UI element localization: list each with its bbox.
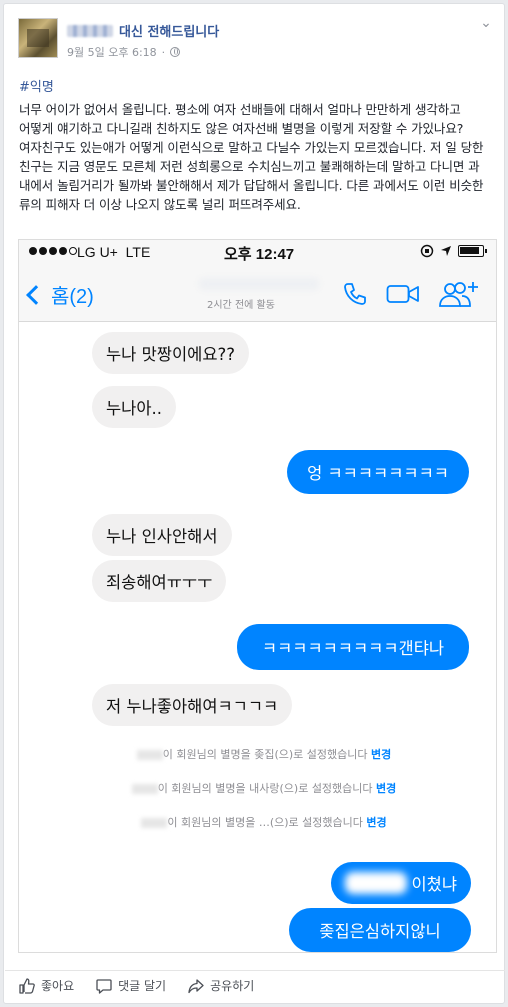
thumbs-up-icon bbox=[19, 977, 35, 994]
battery-icon bbox=[458, 245, 487, 257]
hashtag-link[interactable]: #익명 bbox=[19, 76, 54, 95]
change-link[interactable]: 변경 bbox=[366, 816, 386, 829]
post-actions-bar: 좋아요 댓글 달기 공유하기 bbox=[5, 970, 505, 1000]
message-incoming[interactable]: 죄송해여ㅠㅜㅜ bbox=[92, 560, 227, 602]
add-people-icon[interactable] bbox=[438, 280, 480, 308]
messenger-header: 홈(2) 2시간 전에 활동 bbox=[19, 266, 496, 322]
phone-call-icon[interactable] bbox=[342, 281, 368, 307]
message-incoming[interactable]: 저 누나좋아해여ㅋㄱㄱㅋ bbox=[92, 684, 293, 726]
nickname-notice: 이 회원님의 별명을 좆집(으)로 설정했습니다 변경 bbox=[79, 746, 449, 762]
phone-status-bar: LG U+ LTE 오후 12:47 bbox=[19, 240, 496, 266]
back-button[interactable]: 홈(2) bbox=[26, 280, 94, 309]
comment-icon bbox=[96, 978, 112, 994]
change-link[interactable]: 변경 bbox=[376, 782, 396, 795]
page-name-link[interactable]: 대신 전해드립니다 bbox=[67, 21, 219, 40]
signal-dots-icon bbox=[29, 247, 77, 255]
rotation-lock-icon bbox=[420, 244, 434, 258]
page-avatar[interactable] bbox=[18, 18, 58, 58]
message-outgoing[interactable]: 이쳤냐 bbox=[331, 862, 471, 904]
share-arrow-icon bbox=[188, 978, 204, 993]
share-button[interactable]: 공유하기 bbox=[188, 977, 254, 994]
post-card: 대신 전해드립니다 9월 5일 오후 6:18 · ⌄ #익명 너무 어이가 없… bbox=[3, 3, 505, 1004]
more-options-icon[interactable]: ⌄ bbox=[476, 16, 496, 30]
message-outgoing[interactable]: 엉 ㅋㅋㅋㅋㅋㅋㅋㅋ bbox=[287, 450, 469, 494]
message-incoming[interactable]: 누나 인사안해서 bbox=[92, 514, 232, 556]
post-timestamp[interactable]: 9월 5일 오후 6:18 bbox=[67, 44, 157, 60]
chat-screenshot[interactable]: LG U+ LTE 오후 12:47 홈(2) 2시간 전에 활동 누나 맛짱이… bbox=[18, 239, 497, 953]
active-status: 2시간 전에 활동 bbox=[207, 300, 275, 311]
status-time: 오후 12:47 bbox=[224, 246, 295, 263]
page-name-text[interactable]: 대신 전해드립니다 bbox=[119, 21, 219, 40]
comment-button[interactable]: 댓글 달기 bbox=[96, 977, 166, 994]
message-outgoing[interactable]: ㅋㅋㅋㅋㅋㅋㅋㅋㅋ갠탸나 bbox=[237, 624, 469, 670]
carrier-label: LG U+ LTE bbox=[77, 244, 151, 260]
post-meta: 9월 5일 오후 6:18 · bbox=[67, 44, 181, 60]
message-incoming[interactable]: 누나아.. bbox=[92, 386, 177, 428]
post-body: 너무 어이가 없어서 올립니다. 평소에 여자 선배들에 대해서 얼마나 만만하… bbox=[19, 102, 484, 212]
nickname-notice: 이 회원님의 별명을 …(으)로 설정했습니다 변경 bbox=[79, 814, 449, 830]
chat-thread: 누나 맛짱이에요?? 누나아.. 엉 ㅋㅋㅋㅋㅋㅋㅋㅋ 누나 인사안해서 죄송해… bbox=[19, 322, 496, 952]
nickname-notice: 이 회원님의 별명을 내사랑(으)로 설정했습니다 변경 bbox=[79, 780, 449, 796]
redacted-text bbox=[345, 872, 408, 894]
like-button[interactable]: 좋아요 bbox=[19, 977, 74, 994]
redacted-contact-name bbox=[199, 278, 319, 290]
message-outgoing[interactable]: 좆집은심하지않니 bbox=[289, 908, 471, 952]
redacted-name bbox=[67, 24, 113, 37]
globe-icon bbox=[170, 47, 181, 57]
message-incoming[interactable]: 누나 맛짱이에요?? bbox=[92, 332, 250, 374]
location-icon bbox=[441, 246, 451, 256]
change-link[interactable]: 변경 bbox=[371, 748, 391, 761]
video-call-icon[interactable] bbox=[386, 283, 420, 305]
chevron-left-icon bbox=[26, 284, 46, 305]
